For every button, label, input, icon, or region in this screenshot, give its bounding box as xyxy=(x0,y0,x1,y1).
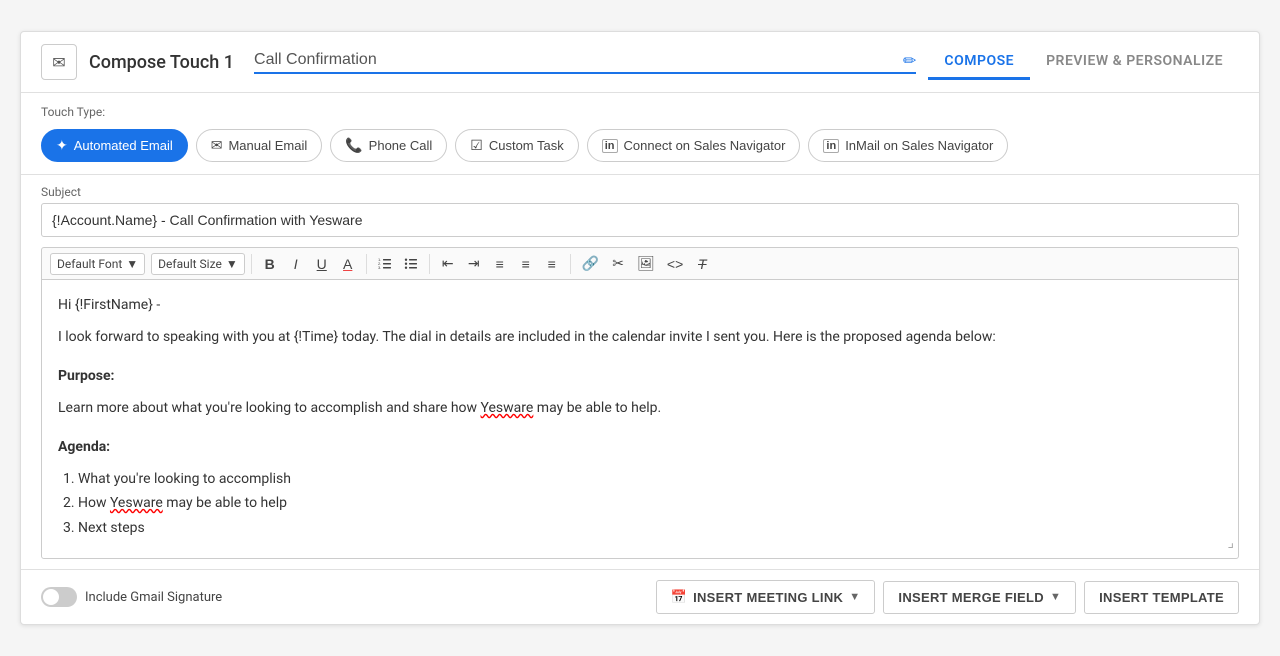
resize-handle[interactable]: ⌟ xyxy=(1227,532,1234,554)
compose-card: ✉ Compose Touch 1 ✏ COMPOSE PREVIEW & PE… xyxy=(20,31,1260,625)
code-button[interactable]: <> xyxy=(662,253,688,275)
tab-preview[interactable]: PREVIEW & PERSONALIZE xyxy=(1030,45,1239,80)
editor-toolbar: Default Font ▼ Default Size ▼ B I U A 1.… xyxy=(41,247,1239,279)
compose-icon: ✉ xyxy=(41,44,77,80)
subject-label: Subject xyxy=(41,185,1239,199)
btn-connect-sales-nav[interactable]: in Connect on Sales Navigator xyxy=(587,129,801,162)
phone-call-icon: 📞 xyxy=(345,137,362,154)
manual-email-icon: ✉ xyxy=(211,137,223,154)
toggle-wrapper: Include Gmail Signature xyxy=(41,587,222,607)
agenda-item-1: What you're looking to accomplish xyxy=(78,468,1222,490)
outdent-button[interactable]: ⇤ xyxy=(436,252,460,275)
touch-type-buttons: ✦ Automated Email ✉ Manual Email 📞 Phone… xyxy=(41,129,1239,162)
subject-section: Subject xyxy=(21,175,1259,237)
meeting-link-chevron: ▼ xyxy=(849,591,860,603)
insert-meeting-link-button[interactable]: 📅 INSERT MEETING LINK ▼ xyxy=(656,580,876,614)
merge-field-chevron: ▼ xyxy=(1050,591,1061,603)
align-center-button[interactable]: ≡ xyxy=(514,253,538,275)
link-button[interactable]: 🔗 xyxy=(577,252,604,275)
ordered-list-button[interactable]: 1.2.3. xyxy=(373,254,397,274)
btn-custom-task[interactable]: ☑ Custom Task xyxy=(455,129,578,162)
editor-body[interactable]: Hi {!FirstName} - I look forward to spea… xyxy=(41,279,1239,559)
custom-task-icon: ☑ xyxy=(470,137,483,154)
toolbar-divider-2 xyxy=(366,254,367,274)
purpose-header: Purpose: xyxy=(58,365,1222,387)
agenda-header: Agenda: xyxy=(58,436,1222,458)
yesware-text: Yesware xyxy=(481,400,534,416)
align-left-button[interactable]: ≡ xyxy=(488,253,512,275)
editor-paragraph1: I look forward to speaking with you at {… xyxy=(58,326,1222,348)
toolbar-divider-3 xyxy=(429,254,430,274)
font-family-select[interactable]: Default Font ▼ xyxy=(50,253,145,275)
header: ✉ Compose Touch 1 ✏ COMPOSE PREVIEW & PE… xyxy=(21,32,1259,93)
touch-type-section: Touch Type: ✦ Automated Email ✉ Manual E… xyxy=(21,93,1259,175)
font-size-chevron: ▼ xyxy=(226,257,238,271)
inmail-sales-nav-icon: in xyxy=(823,139,839,153)
agenda-item-3: Next steps xyxy=(78,517,1222,539)
unlink-button[interactable]: ✂ xyxy=(606,252,630,275)
subject-input[interactable] xyxy=(41,203,1239,237)
font-color-button[interactable]: A xyxy=(336,253,360,275)
gmail-signature-toggle[interactable] xyxy=(41,587,77,607)
editor-section: Default Font ▼ Default Size ▼ B I U A 1.… xyxy=(21,247,1259,569)
format-clear-button[interactable]: T xyxy=(690,253,714,275)
touch-name-wrapper: ✏ xyxy=(254,51,916,74)
toolbar-divider-1 xyxy=(251,254,252,274)
bold-button[interactable]: B xyxy=(258,253,282,275)
insert-merge-field-button[interactable]: INSERT MERGE FIELD ▼ xyxy=(883,581,1076,614)
btn-manual-email[interactable]: ✉ Manual Email xyxy=(196,129,323,162)
btn-phone-call[interactable]: 📞 Phone Call xyxy=(330,129,447,162)
font-size-select[interactable]: Default Size ▼ xyxy=(151,253,245,275)
automated-email-icon: ✦ xyxy=(56,137,68,154)
yesware-text-2: Yesware xyxy=(110,495,163,511)
calendar-icon: 📅 xyxy=(671,589,688,605)
touch-type-label: Touch Type: xyxy=(41,105,1239,119)
font-family-chevron: ▼ xyxy=(126,257,138,271)
editor-greeting: Hi {!FirstName} - xyxy=(58,294,1222,316)
agenda-item-2: How Yesware may be able to help xyxy=(78,492,1222,514)
purpose-text: Learn more about what you're looking to … xyxy=(58,397,1222,419)
btn-inmail-sales-nav[interactable]: in InMail on Sales Navigator xyxy=(808,129,1008,162)
align-right-button[interactable]: ≡ xyxy=(540,253,564,275)
underline-button[interactable]: U xyxy=(310,253,334,275)
toolbar-divider-4 xyxy=(570,254,571,274)
compose-title: Compose Touch 1 xyxy=(89,52,234,73)
btn-automated-email[interactable]: ✦ Automated Email xyxy=(41,129,188,162)
touch-name-input[interactable] xyxy=(254,51,897,69)
image-button[interactable]: 🖼 xyxy=(632,252,660,275)
edit-icon: ✏ xyxy=(903,51,916,70)
svg-text:3.: 3. xyxy=(378,265,381,270)
unordered-list-button[interactable] xyxy=(399,254,423,274)
agenda-list: What you're looking to accomplish How Ye… xyxy=(58,468,1222,539)
italic-button[interactable]: I xyxy=(284,253,308,275)
toggle-label: Include Gmail Signature xyxy=(85,590,222,605)
insert-template-button[interactable]: INSERT TEMPLATE xyxy=(1084,581,1239,614)
header-tabs: COMPOSE PREVIEW & PERSONALIZE xyxy=(928,45,1239,80)
tab-compose[interactable]: COMPOSE xyxy=(928,45,1030,80)
indent-button[interactable]: ⇥ xyxy=(462,252,486,275)
footer: Include Gmail Signature 📅 INSERT MEETING… xyxy=(21,569,1259,624)
connect-sales-nav-icon: in xyxy=(602,139,618,153)
